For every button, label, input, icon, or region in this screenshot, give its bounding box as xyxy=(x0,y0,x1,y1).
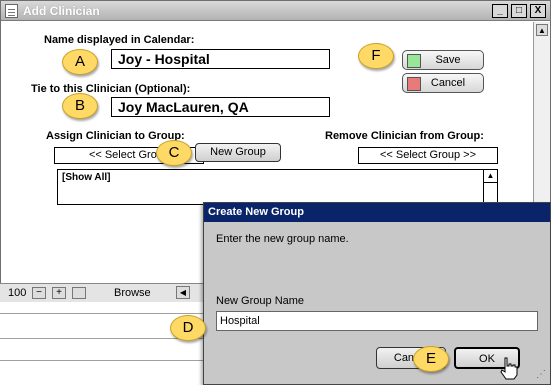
divider xyxy=(0,338,203,339)
dialog-title: Create New Group xyxy=(204,203,550,222)
divider xyxy=(0,313,203,314)
minimize-button[interactable]: _ xyxy=(492,4,508,18)
list-item[interactable]: [Show All] xyxy=(62,172,111,183)
document-icon xyxy=(5,4,18,18)
window-icon[interactable] xyxy=(72,287,86,299)
maximize-button[interactable]: □ xyxy=(511,4,527,18)
tie-label: Tie to this Clinician (Optional): xyxy=(31,83,191,95)
select-group-right[interactable]: << Select Group >> xyxy=(358,147,498,164)
group-list[interactable]: [Show All] ▲ xyxy=(57,169,498,205)
resize-grip-icon[interactable]: ⋰ xyxy=(536,369,548,381)
minus-icon[interactable]: − xyxy=(32,287,46,299)
name-label: Name displayed in Calendar: xyxy=(44,34,195,46)
new-group-button[interactable]: New Group xyxy=(195,143,281,162)
divider xyxy=(0,360,203,361)
callout-a: A xyxy=(62,49,98,75)
plus-icon[interactable]: + xyxy=(52,287,66,299)
tie-field[interactable]: Joy MacLauren, QA xyxy=(111,97,330,117)
scroll-left-icon[interactable]: ◀ xyxy=(176,286,190,299)
dialog-prompt: Enter the new group name. xyxy=(216,233,349,245)
scroll-up-icon[interactable]: ▲ xyxy=(536,24,548,36)
list-scroll-up-icon[interactable]: ▲ xyxy=(484,170,497,183)
callout-b: B xyxy=(62,93,98,119)
callout-d: D xyxy=(170,315,206,341)
callout-f: F xyxy=(358,43,394,69)
close-button[interactable]: X xyxy=(530,4,546,18)
name-field[interactable]: Joy - Hospital xyxy=(111,49,330,69)
save-button[interactable]: Save xyxy=(402,50,484,70)
new-group-name-input[interactable]: Hospital xyxy=(216,311,538,331)
remove-label: Remove Clinician from Group: xyxy=(325,130,484,142)
window-title: Add Clinician xyxy=(23,4,100,18)
title-bar[interactable]: Add Clinician _ □ X xyxy=(1,1,550,21)
bottom-toolbar: 100 − + Browse ◀ xyxy=(0,283,203,302)
hand-pointer-icon xyxy=(498,356,520,380)
callout-c: C xyxy=(156,140,192,166)
list-scrollbar[interactable]: ▲ xyxy=(483,170,497,204)
zoom-level[interactable]: 100 xyxy=(8,287,26,299)
assign-label: Assign Clinician to Group: xyxy=(46,130,185,142)
cancel-button[interactable]: Cancel xyxy=(402,73,484,93)
callout-e: E xyxy=(413,346,449,372)
new-group-name-label: New Group Name xyxy=(216,295,305,307)
browse-mode[interactable]: Browse xyxy=(114,287,151,299)
